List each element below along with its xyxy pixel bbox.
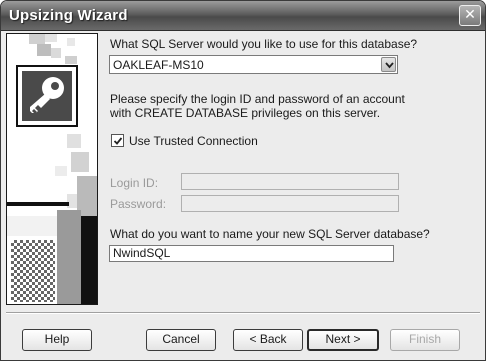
upsizing-wizard-dialog: Upsizing Wizard ✕ What SQL Server would …	[0, 0, 486, 361]
wizard-artwork	[6, 33, 98, 305]
chevron-down-icon	[385, 62, 394, 69]
database-name-field[interactable]: NwindSQL	[109, 245, 394, 262]
login-instructions-line1: Please specify the login ID and password…	[110, 92, 405, 106]
next-button[interactable]: Next >	[307, 329, 379, 351]
cancel-button[interactable]: Cancel	[146, 329, 216, 351]
close-icon: ✕	[464, 7, 476, 23]
title-bar[interactable]: Upsizing Wizard ✕	[1, 1, 485, 31]
window-title: Upsizing Wizard	[9, 7, 128, 24]
database-question-label: What do you want to name your new SQL Se…	[110, 227, 430, 241]
close-button[interactable]: ✕	[459, 5, 481, 26]
trusted-connection-label[interactable]: Use Trusted Connection	[129, 134, 258, 148]
server-dropdown[interactable]: OAKLEAF-MS10	[109, 55, 398, 74]
trusted-connection-checkbox[interactable]	[111, 134, 124, 147]
server-dropdown-value: OAKLEAF-MS10	[113, 58, 204, 72]
key-icon-frame	[16, 65, 78, 127]
checkmark-icon	[113, 137, 123, 145]
back-button[interactable]: < Back	[233, 329, 303, 351]
login-instructions-line2: with CREATE DATABASE privileges on this …	[110, 106, 381, 120]
finish-button[interactable]: Finish	[390, 329, 460, 351]
password-label: Password:	[110, 197, 167, 211]
login-id-label: Login ID:	[110, 176, 159, 190]
server-dropdown-button[interactable]	[381, 57, 396, 72]
login-id-field[interactable]	[181, 173, 399, 190]
server-question-label: What SQL Server would you like to use fo…	[110, 37, 418, 51]
password-field[interactable]	[181, 195, 399, 212]
footer-divider	[6, 312, 480, 314]
help-button[interactable]: Help	[22, 329, 92, 351]
key-icon	[30, 77, 64, 114]
